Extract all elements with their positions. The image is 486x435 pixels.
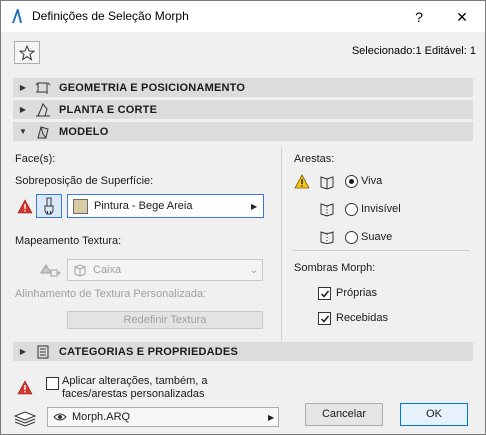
layer-value: Morph.ARQ [72, 411, 131, 423]
section-title: PLANTA E CORTE [59, 103, 158, 116]
geometry-icon [33, 79, 53, 96]
checkmark-icon [320, 290, 329, 298]
shadow-option-recebidas: Recebidas [336, 312, 388, 324]
apply-custom-checkbox[interactable] [46, 377, 59, 390]
section-plan[interactable]: ▶ PLANTA E CORTE [13, 100, 473, 119]
favorites-button[interactable] [14, 41, 40, 64]
dialog-body: Selecionado:1 Editável: 1 ▶ GEOMETRIA E … [1, 32, 485, 434]
radio-dot [349, 179, 354, 184]
expand-arrow-icon: ▶ [19, 83, 27, 92]
surface-dropdown[interactable]: Pintura - Bege Areia ▶ [67, 194, 264, 218]
section-categories[interactable]: ▶ CATEGORIAS E PROPRIEDADES [13, 342, 473, 361]
warning-icon [17, 380, 33, 395]
shadows-label: Sombras Morph: [294, 262, 376, 274]
texture-mapping-dropdown[interactable]: Caixa ⌄ [67, 259, 263, 281]
section-model[interactable]: ▼ MODELO [13, 122, 473, 141]
section-title: MODELO [59, 125, 109, 138]
checkmark-icon [320, 315, 329, 323]
star-icon [19, 44, 35, 61]
plan-section-icon [33, 101, 53, 118]
smooth-edge-icon [320, 231, 334, 244]
dropdown-arrow-icon: ▶ [268, 412, 275, 422]
sharp-edge-icon [320, 176, 334, 190]
cancel-button[interactable]: Cancelar [305, 403, 383, 426]
custom-alignment-label: Alinhamento de Textura Personalizada: [15, 288, 207, 300]
edge-option-suave: Suave [361, 231, 393, 243]
expand-arrow-icon: ▶ [19, 347, 27, 356]
eye-icon [53, 413, 67, 421]
apply-custom-label: Aplicar alterações, também, a faces/ares… [62, 375, 208, 400]
dialog-window: Definições de Seleção Morph ? ✕ Selecion… [0, 0, 486, 435]
surface-value: Pintura - Bege Areia [94, 200, 193, 212]
model-icon [33, 123, 53, 140]
column-divider [281, 148, 282, 340]
edge-radio-viva[interactable] [345, 175, 358, 188]
paint-brush-icon [44, 197, 54, 215]
reset-texture-button[interactable]: Redefinir Textura [67, 311, 263, 329]
selection-info: Selecionado:1 Editável: 1 [351, 45, 476, 57]
texture-mapping-value: Caixa [93, 264, 122, 276]
chevron-down-icon: ⌄ [249, 264, 259, 276]
surface-override-toggle[interactable] [36, 194, 62, 218]
texture-mapping-icon [40, 264, 61, 277]
help-button[interactable]: ? [404, 4, 434, 30]
invisible-edge-icon [320, 203, 334, 217]
archicad-logo-icon [12, 9, 22, 23]
edge-option-invisivel: Invisível [361, 203, 401, 215]
categories-icon [33, 343, 53, 360]
dropdown-arrow-icon: ▶ [251, 201, 258, 211]
surface-override-label: Sobreposição de Superfície: [15, 175, 154, 187]
warning-icon [17, 199, 33, 214]
section-title: GEOMETRIA E POSICIONAMENTO [59, 81, 246, 94]
edges-shadows-divider [292, 250, 470, 251]
caution-icon [294, 174, 310, 189]
shadow-checkbox-proprias[interactable] [318, 287, 331, 300]
section-geometry[interactable]: ▶ GEOMETRIA E POSICIONAMENTO [13, 78, 473, 97]
shadow-checkbox-recebidas[interactable] [318, 312, 331, 325]
edge-radio-suave[interactable] [345, 231, 358, 244]
window-title: Definições de Seleção Morph [32, 9, 189, 23]
layers-icon [13, 411, 37, 427]
edge-radio-invisivel[interactable] [345, 203, 358, 216]
collapse-arrow-icon: ▼ [19, 127, 27, 136]
ok-button[interactable]: OK [400, 403, 468, 426]
faces-label: Face(s): [15, 153, 56, 165]
texture-mapping-label: Mapeamento Textura: [15, 235, 122, 247]
surface-swatch [73, 198, 88, 214]
layer-dropdown[interactable]: Morph.ARQ ▶ [47, 407, 279, 427]
shadow-option-proprias: Próprias [336, 287, 377, 299]
close-button[interactable]: ✕ [447, 4, 477, 30]
section-title: CATEGORIAS E PROPRIEDADES [59, 345, 238, 358]
expand-arrow-icon: ▶ [19, 105, 27, 114]
title-bar: Definições de Seleção Morph ? ✕ [1, 1, 485, 32]
box-mapping-icon [74, 264, 86, 277]
edges-label: Arestas: [294, 153, 335, 165]
edge-option-viva: Viva [361, 175, 383, 187]
